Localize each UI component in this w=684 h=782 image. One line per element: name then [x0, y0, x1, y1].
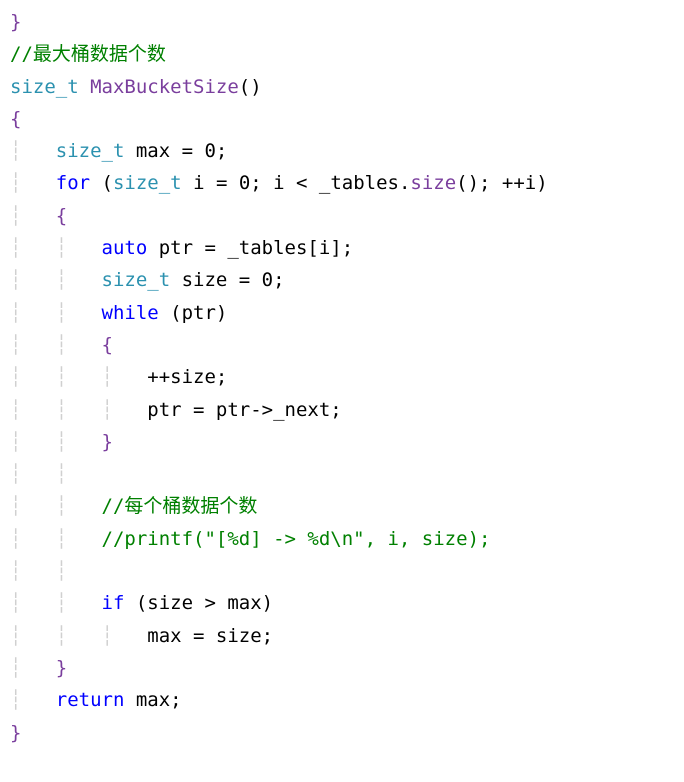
code-text: size = 0; [170, 269, 284, 291]
keyword-while: while [102, 302, 159, 324]
indent-guide: ┆ ┆ ┆ [10, 620, 147, 652]
type-token: size_t [102, 269, 171, 291]
type-token: size_t [113, 172, 182, 194]
indent-guide: ┆ [10, 135, 56, 167]
code-line: { [10, 103, 674, 135]
comment: //printf("[%d] -> %d\n", i, size); [102, 528, 491, 550]
code-text: ( [90, 172, 113, 194]
code-text: (); ++i) [456, 172, 548, 194]
code-line: ┆ ┆ size_t size = 0; [10, 264, 674, 296]
code-text: max; [124, 689, 181, 711]
type-token: size_t [56, 140, 125, 162]
code-line: } [10, 6, 674, 38]
code-line: ┆ ┆ [10, 458, 674, 490]
code-text: (ptr) [159, 302, 228, 324]
indent-guide: ┆ ┆ [10, 587, 102, 619]
comment: //每个桶数据个数 [102, 495, 258, 517]
code-line: ┆ ┆ auto ptr = _tables[i]; [10, 232, 674, 264]
indent-guide: ┆ ┆ [10, 297, 102, 329]
code-line: ┆ ┆ [10, 555, 674, 587]
keyword-auto: auto [102, 237, 148, 259]
brace: { [56, 205, 67, 227]
indent-guide: ┆ ┆ [10, 555, 102, 587]
code-text: (size > max) [124, 592, 273, 614]
code-line: //最大桶数据个数 [10, 38, 674, 70]
code-text: max = 0; [124, 140, 227, 162]
brace: { [10, 108, 21, 130]
code-line: ┆ return max; [10, 684, 674, 716]
keyword-for: for [56, 172, 90, 194]
indent-guide: ┆ [10, 200, 56, 232]
code-block: } //最大桶数据个数 size_t MaxBucketSize() { ┆ s… [10, 6, 674, 749]
code-line: ┆ ┆ if (size > max) [10, 587, 674, 619]
indent-guide: ┆ [10, 684, 56, 716]
code-line: ┆ ┆ ┆ ++size; [10, 361, 674, 393]
brace: } [10, 11, 21, 33]
code-line: ┆ ┆ while (ptr) [10, 297, 674, 329]
code-line: ┆ { [10, 200, 674, 232]
keyword-return: return [56, 689, 125, 711]
code-line: size_t MaxBucketSize() [10, 71, 674, 103]
code-line: ┆ ┆ ┆ max = size; [10, 620, 674, 652]
indent-guide: ┆ ┆ [10, 329, 102, 361]
code-text: max = size; [147, 625, 273, 647]
comment: //最大桶数据个数 [10, 43, 166, 65]
code-line: ┆ ┆ //每个桶数据个数 [10, 490, 674, 522]
indent-guide: ┆ ┆ ┆ [10, 361, 147, 393]
indent-guide: ┆ ┆ ┆ [10, 394, 147, 426]
parens: () [239, 76, 262, 98]
code-line: ┆ ┆ } [10, 426, 674, 458]
code-line: } [10, 717, 674, 749]
indent-guide: ┆ ┆ [10, 490, 102, 522]
indent-guide: ┆ ┆ [10, 458, 102, 490]
code-text: ptr = ptr->_next; [147, 399, 341, 421]
code-line: ┆ ┆ { [10, 329, 674, 361]
indent-guide: ┆ ┆ [10, 232, 102, 264]
brace: } [10, 722, 21, 744]
indent-guide: ┆ [10, 167, 56, 199]
keyword-if: if [102, 592, 125, 614]
code-text: i = 0; i < _tables. [182, 172, 411, 194]
code-line: ┆ for (size_t i = 0; i < _tables.size();… [10, 167, 674, 199]
code-text: ptr = _tables[i]; [147, 237, 353, 259]
method-name: size [410, 172, 456, 194]
indent-guide: ┆ [10, 652, 56, 684]
indent-guide: ┆ ┆ [10, 523, 102, 555]
code-line: ┆ } [10, 652, 674, 684]
code-line: ┆ size_t max = 0; [10, 135, 674, 167]
brace: { [102, 334, 113, 356]
code-line: ┆ ┆ //printf("[%d] -> %d\n", i, size); [10, 523, 674, 555]
indent-guide: ┆ ┆ [10, 426, 102, 458]
indent-guide: ┆ ┆ [10, 264, 102, 296]
code-line: ┆ ┆ ┆ ptr = ptr->_next; [10, 394, 674, 426]
type-token: size_t [10, 76, 79, 98]
brace: } [56, 657, 67, 679]
brace: } [102, 431, 113, 453]
function-name: MaxBucketSize [79, 76, 239, 98]
code-text: ++size; [147, 366, 227, 388]
